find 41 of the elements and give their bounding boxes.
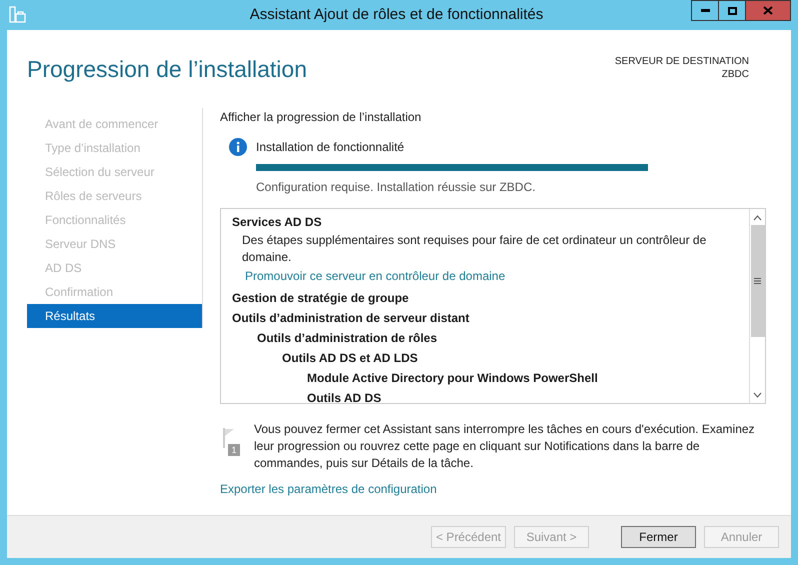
page-title: Progression de l’installation xyxy=(27,55,307,84)
notice-text: Vous pouvez fermer cet Assistant sans interrompre les tâches en cours d'exécution. Examinez leur progression ou rouvrez cette page en cliquant sur Notifications dans la barre de commandes, puis sur Détails de la tâche. xyxy=(254,421,756,472)
minimize-button[interactable] xyxy=(691,0,719,21)
section-label: Afficher la progression de l’installation xyxy=(220,109,422,126)
result-heading: Outils d’administration de rôles xyxy=(257,330,438,347)
result-heading: Outils d’administration de serveur distant xyxy=(232,310,470,327)
scrollbar[interactable] xyxy=(749,209,765,403)
sidebar-item[interactable]: Type d’installation xyxy=(27,136,202,160)
maximize-button[interactable] xyxy=(719,0,745,21)
window-title: Assistant Ajout de rôles et de fonctionnalités xyxy=(250,4,544,25)
result-heading: Module Active Directory pour Windows PowerShell xyxy=(307,370,598,387)
scroll-thumb[interactable] xyxy=(750,225,764,337)
sidebar-item[interactable]: Avant de commencer xyxy=(27,112,202,136)
export-link[interactable]: Exporter les paramètres de configuration xyxy=(220,480,437,498)
scroll-up-icon[interactable] xyxy=(753,215,762,221)
notification-count: 1 xyxy=(228,444,240,456)
sidebar-item[interactable]: Fonctionnalités xyxy=(27,208,202,232)
sidebar-item[interactable]: AD DS xyxy=(27,256,202,280)
destination-server: ZBDC xyxy=(720,68,749,81)
status-title: Installation de fonctionnalité xyxy=(256,139,404,156)
sidebar-item[interactable]: Rôles de serveurs xyxy=(27,184,202,208)
scroll-down-icon[interactable] xyxy=(753,392,762,398)
sidebar-item[interactable]: Confirmation xyxy=(27,280,202,304)
result-description: Des étapes supplémentaires sont requises pour faire de cet ordinateur un contrôleur de domaine. xyxy=(241,232,708,266)
sidebar-item[interactable]: Sélection du serveur xyxy=(27,160,202,184)
flag-icon xyxy=(223,428,235,448)
result-heading: Services AD DS xyxy=(232,214,322,231)
close-icon xyxy=(763,6,773,15)
sidebar-item[interactable]: Résultats xyxy=(27,304,202,328)
info-icon xyxy=(229,138,247,156)
status-message: Configuration requise. Installation réussie sur ZBDC. xyxy=(256,179,536,196)
destination-label: SERVEUR DE DESTINATION xyxy=(614,55,749,68)
sidebar-item[interactable]: Serveur DNS xyxy=(27,232,202,256)
close-button[interactable] xyxy=(745,0,791,21)
grip-icon xyxy=(754,278,761,284)
result-heading: Outils AD DS et AD LDS xyxy=(282,350,418,367)
result-heading: Outils AD DS xyxy=(307,390,382,403)
promote-link[interactable]: Promouvoir ce serveur en contrôleur de domaine xyxy=(232,268,506,285)
result-heading: Gestion de stratégie de groupe xyxy=(232,290,409,307)
server-app-icon xyxy=(9,6,26,24)
wizard-button[interactable]: Fermer xyxy=(621,526,696,548)
